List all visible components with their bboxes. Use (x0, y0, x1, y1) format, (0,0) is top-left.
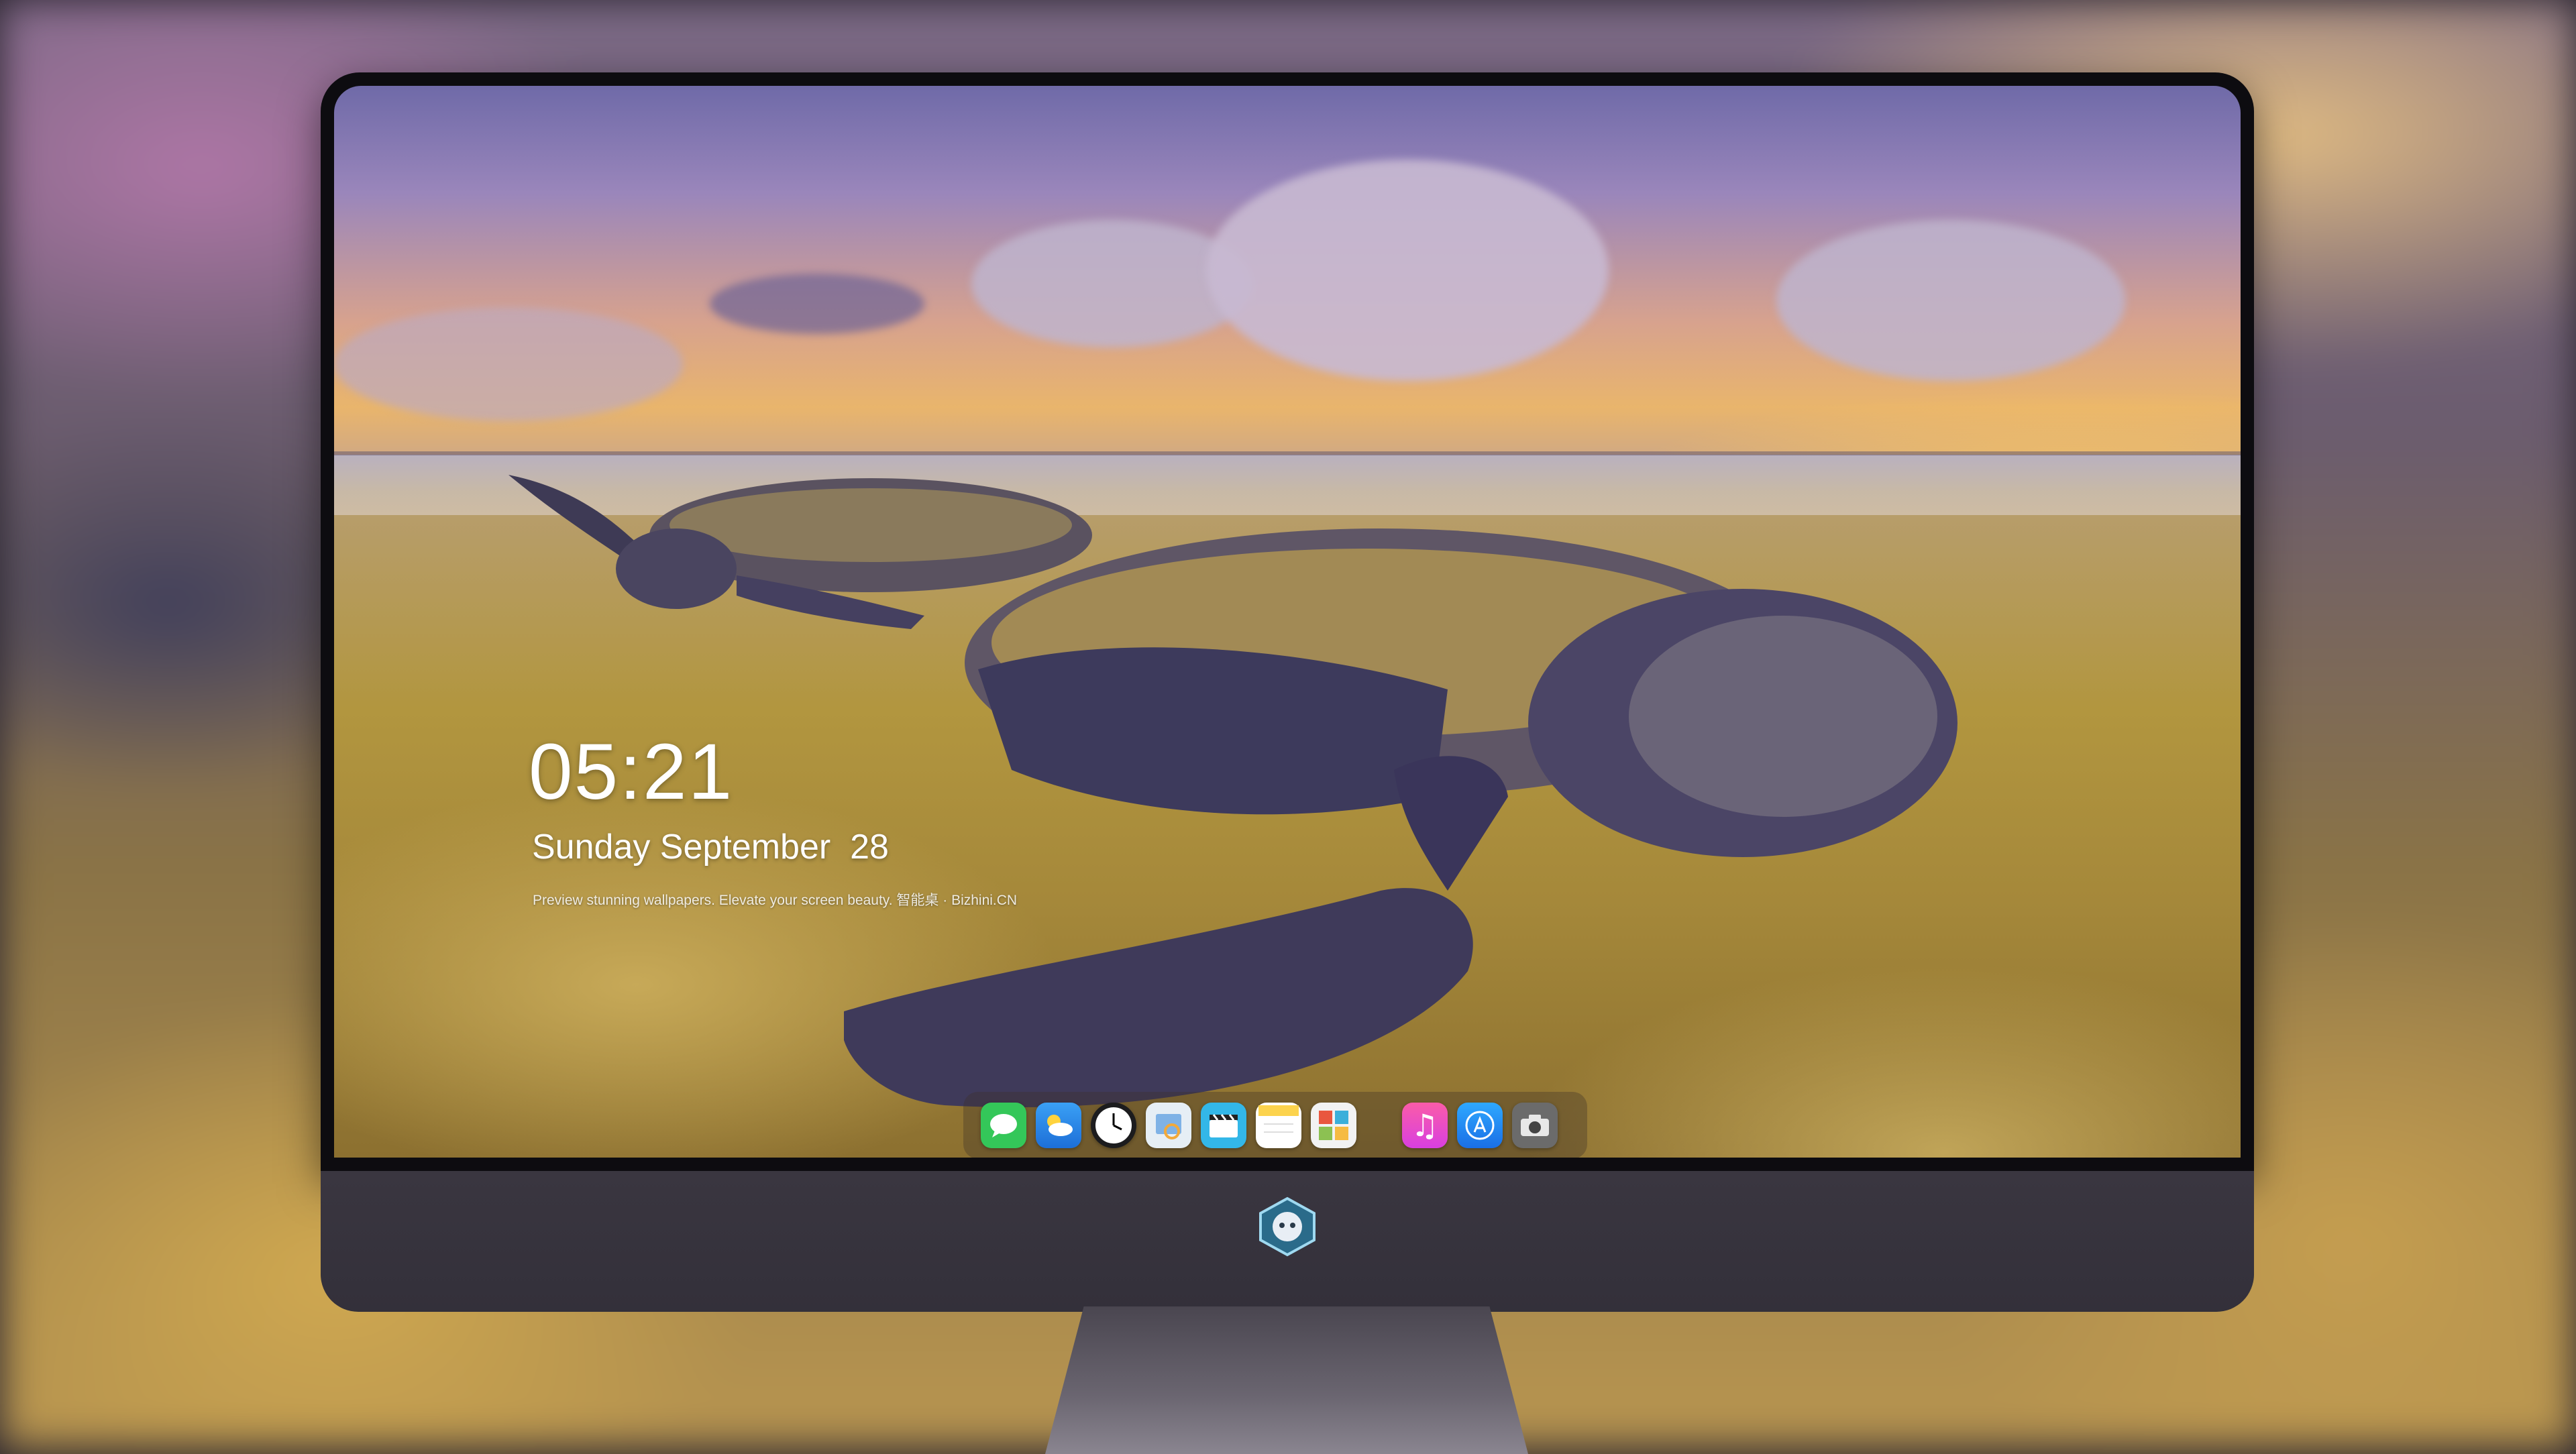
cloud (334, 307, 683, 421)
dock: ♫ (963, 1092, 1587, 1158)
monitor: 05:21 Sunday September 28 Preview stunni… (321, 72, 2254, 1454)
lock-screen[interactable]: 05:21 Sunday September 28 Preview stunni… (334, 86, 2241, 1158)
messages-icon[interactable] (981, 1103, 1026, 1148)
date-label: Sunday September 28 (532, 828, 889, 866)
notes-icon[interactable] (1256, 1103, 1301, 1148)
monitor-bezel: 05:21 Sunday September 28 Preview stunni… (321, 72, 2254, 1171)
monitor-stand (1045, 1306, 1528, 1454)
wallpaper-tagline: Preview stunning wallpapers. Elevate you… (533, 893, 1018, 908)
clock-time: 05:21 (529, 728, 734, 816)
music-icon[interactable]: ♫ (1402, 1103, 1448, 1148)
photo-booth-icon[interactable] (1311, 1103, 1356, 1148)
camera-icon[interactable] (1512, 1103, 1558, 1148)
turtle-large (844, 528, 1957, 1108)
app-store-icon[interactable] (1457, 1103, 1503, 1148)
clock-icon[interactable] (1091, 1103, 1136, 1148)
cloud (1776, 220, 2125, 381)
brand-logo (1259, 1196, 1316, 1257)
preview-icon[interactable] (1146, 1103, 1191, 1148)
clips-icon[interactable] (1201, 1103, 1246, 1148)
cloud (1206, 160, 1609, 381)
monitor-chin (321, 1171, 2254, 1312)
cloud (710, 274, 924, 334)
weather-icon[interactable] (1036, 1103, 1081, 1148)
horizon-line (334, 451, 2241, 455)
